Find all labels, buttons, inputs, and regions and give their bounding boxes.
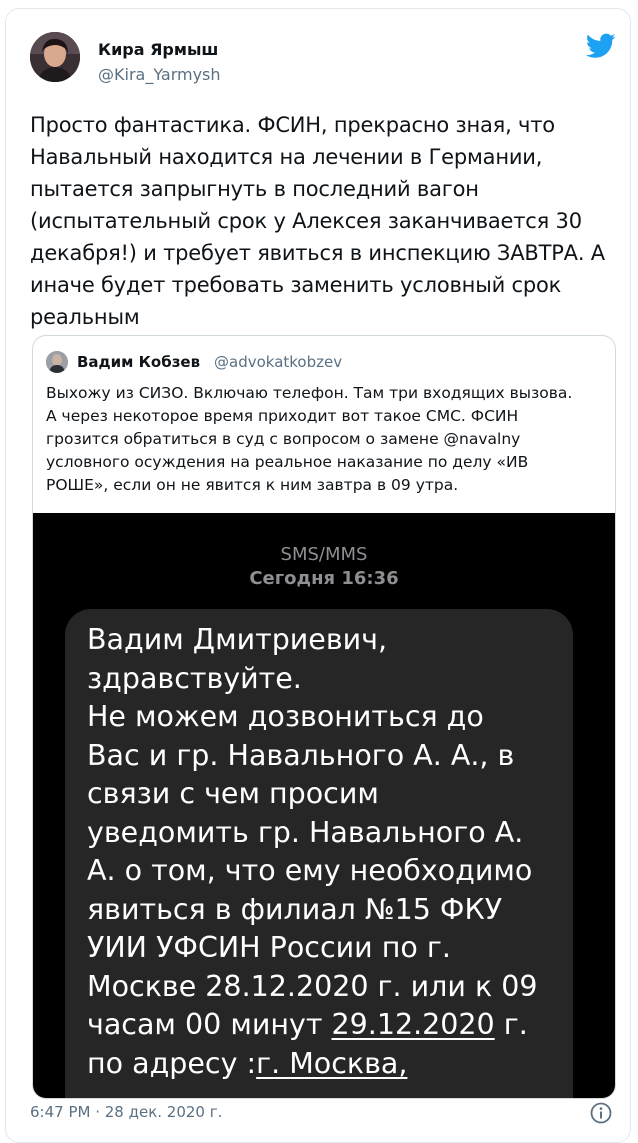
sms-header-time: Сегодня 16:36	[249, 568, 399, 589]
quoted-author-handle[interactable]: @advokatkobzev	[214, 353, 342, 371]
tweet-timestamp[interactable]: 6:47 PM · 28 дек. 2020 г.	[30, 1103, 222, 1121]
quoted-author-avatar-image	[46, 351, 68, 373]
tweet-text: Просто фантастика. ФСИН, прекрасно зная,…	[30, 113, 605, 329]
sms-message-bubble: Вадим Дмитриевич, здравствуйте. Не можем…	[65, 609, 573, 1098]
quoted-author-name[interactable]: Вадим Кобзев	[77, 353, 200, 371]
author-avatar[interactable]	[30, 32, 80, 82]
sms-address-link[interactable]: г. Москва,	[256, 1047, 407, 1080]
tweet-card: Кира Ярмыш @Kira_Yarmysh Просто фантасти…	[5, 8, 631, 1143]
sms-message-text: Вадим Дмитриевич, здравствуйте. Не можем…	[87, 621, 567, 1083]
twitter-bird-icon[interactable]	[586, 33, 616, 59]
quoted-tweet-text: Выхожу из СИЗО. Включаю телефон. Там три…	[46, 384, 573, 494]
sms-screenshot-image[interactable]: SMS/MMS Сегодня 16:36 Вадим Дмитриевич, …	[33, 513, 615, 1098]
sms-date-link[interactable]: 29.12.2020	[332, 1008, 495, 1041]
author-handle[interactable]: @Kira_Yarmysh	[98, 65, 221, 84]
sms-body-part1: Вадим Дмитриевич, здравствуйте. Не можем…	[87, 623, 538, 1041]
sms-header-type: SMS/MMS	[280, 544, 368, 565]
author-avatar-image	[30, 32, 80, 82]
quoted-author-avatar[interactable]	[46, 351, 68, 373]
author-name[interactable]: Кира Ярмыш	[98, 40, 218, 59]
quoted-tweet[interactable]: Вадим Кобзев @advokatkobzev Выхожу из СИ…	[32, 335, 616, 1099]
info-circle-icon[interactable]	[589, 1101, 613, 1125]
